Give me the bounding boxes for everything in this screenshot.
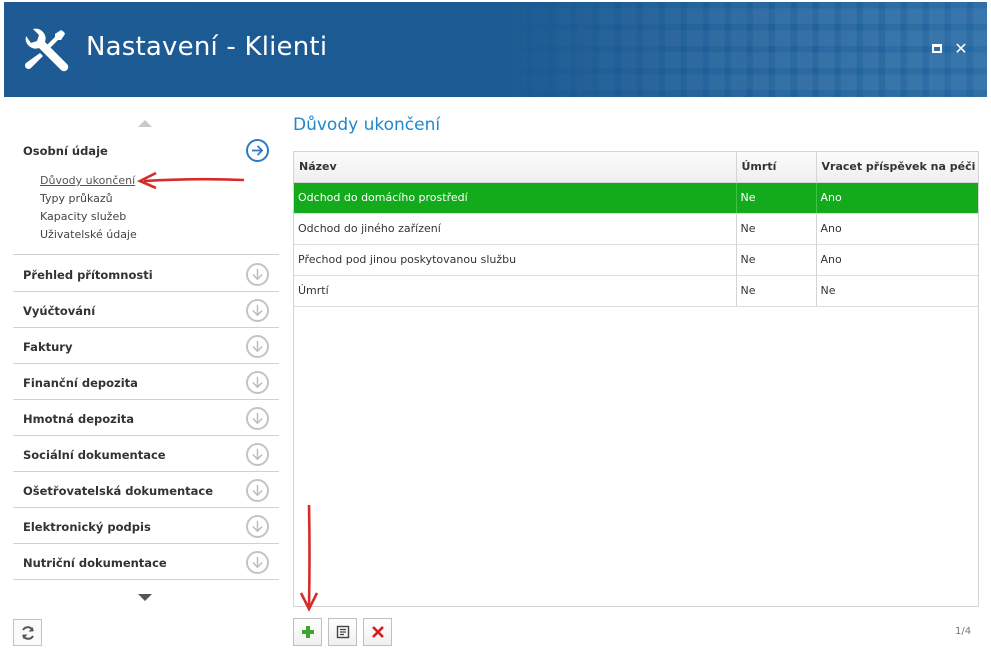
cell-vracet: Ano	[816, 182, 978, 214]
cell-umrti: Ne	[736, 275, 817, 307]
add-button[interactable]	[293, 618, 322, 646]
sidebar-item-uzivatelske-udaje[interactable]: Uživatelské údaje	[40, 227, 137, 245]
sidebar-subitems: Důvody ukončení Typy průkazů Kapacity sl…	[40, 173, 137, 245]
arrow-down-circle-icon[interactable]	[246, 371, 269, 394]
cell-umrti: Ne	[736, 244, 817, 276]
arrow-down-circle-icon[interactable]	[246, 515, 269, 538]
header-pattern	[467, 2, 987, 97]
cell-nazev: Odchod do domácího prostředí	[294, 182, 737, 214]
cell-umrti: Ne	[736, 182, 817, 214]
sidebar-section-label: Finanční depozita	[23, 376, 138, 390]
refresh-button[interactable]	[13, 619, 42, 646]
plus-icon	[301, 626, 314, 638]
scroll-down-arrow[interactable]	[138, 594, 152, 601]
table-row[interactable]: Odchod do jiného zařízení Ne Ano	[294, 213, 978, 245]
cell-vracet: Ano	[816, 244, 978, 276]
arrow-down-circle-icon[interactable]	[246, 443, 269, 466]
arrow-down-circle-icon[interactable]	[246, 407, 269, 430]
window-header: Nastavení - Klienti ✕	[4, 2, 987, 97]
sidebar-section-label: Faktury	[23, 340, 73, 354]
sidebar-section-nutricni-dokumentace[interactable]: Nutriční dokumentace	[13, 544, 279, 580]
pager-indicator: 1/4	[955, 626, 972, 637]
sidebar-section-label: Přehled přítomnosti	[23, 268, 153, 282]
arrow-down-circle-icon[interactable]	[246, 263, 269, 286]
table-row[interactable]: Úmrtí Ne Ne	[294, 275, 978, 307]
page-title: Důvody ukončení	[293, 115, 441, 135]
close-button[interactable]: ✕	[954, 39, 968, 58]
arrow-down-circle-icon[interactable]	[246, 335, 269, 358]
tools-icon	[24, 28, 69, 72]
sidebar-section-financni-depozita[interactable]: Finanční depozita	[13, 364, 279, 400]
sidebar-section-label: Elektronický podpis	[23, 520, 151, 534]
sidebar-section-label: Ošetřovatelská dokumentace	[23, 484, 214, 498]
arrow-down-circle-icon[interactable]	[246, 551, 269, 574]
sidebar-section-osobni-udaje[interactable]: Osobní údaje	[13, 132, 279, 168]
sidebar-section-label: Osobní údaje	[23, 144, 108, 158]
delete-button[interactable]	[363, 618, 392, 646]
sidebar-section-hmotna-depozita[interactable]: Hmotná depozita	[13, 400, 279, 436]
arrow-right-circle-icon[interactable]	[246, 139, 269, 162]
cell-nazev: Přechod pod jinou poskytovanou službu	[294, 244, 737, 276]
sidebar-section-faktury[interactable]: Faktury	[13, 328, 279, 364]
close-icon: ✕	[954, 39, 968, 58]
sidebar-item-duvody-ukonceni[interactable]: Důvody ukončení	[40, 173, 137, 191]
scroll-up-arrow[interactable]	[138, 120, 152, 127]
column-header-nazev[interactable]: Název	[294, 152, 737, 183]
cell-nazev: Odchod do jiného zařízení	[294, 213, 737, 245]
sidebar: Osobní údaje Důvody ukončení Typy průkaz…	[13, 110, 279, 610]
sidebar-section-label: Sociální dokumentace	[23, 448, 166, 462]
edit-document-icon	[336, 625, 349, 639]
arrow-down-circle-icon[interactable]	[246, 299, 269, 322]
column-header-umrti[interactable]: Úmrtí	[736, 152, 817, 183]
sidebar-section-socialni-dokumentace[interactable]: Sociální dokumentace	[13, 436, 279, 472]
sidebar-section-prehled-pritomnosti[interactable]: Přehled přítomnosti	[13, 256, 279, 292]
cell-nazev: Úmrtí	[294, 275, 737, 307]
window-title: Nastavení - Klienti	[86, 32, 328, 62]
cell-vracet: Ne	[816, 275, 978, 307]
edit-button[interactable]	[328, 618, 357, 646]
data-grid: Název Úmrtí Vracet příspěvek na péči Odc…	[293, 151, 979, 607]
grid-header-row: Název Úmrtí Vracet příspěvek na péči	[294, 152, 978, 183]
section-divider	[13, 254, 279, 255]
sidebar-section-label: Hmotná depozita	[23, 412, 135, 426]
cell-umrti: Ne	[736, 213, 817, 245]
table-row[interactable]: Odchod do domácího prostředí Ne Ano	[294, 182, 978, 214]
sidebar-section-label: Nutriční dokumentace	[23, 556, 167, 570]
maximize-icon	[932, 44, 942, 53]
arrow-down-circle-icon[interactable]	[246, 479, 269, 502]
sidebar-item-kapacity-sluzeb[interactable]: Kapacity služeb	[40, 209, 137, 227]
sidebar-item-typy-prukazu[interactable]: Typy průkazů	[40, 191, 137, 209]
sidebar-section-osetrovatelska-dokumentace[interactable]: Ošetřovatelská dokumentace	[13, 472, 279, 508]
maximize-button[interactable]	[931, 42, 945, 56]
delete-x-icon	[371, 626, 384, 638]
sidebar-section-elektronicky-podpis[interactable]: Elektronický podpis	[13, 508, 279, 544]
column-header-vracet[interactable]: Vracet příspěvek na péči	[816, 152, 978, 183]
sidebar-section-vyuctovani[interactable]: Vyúčtování	[13, 292, 279, 328]
sidebar-section-label: Vyúčtování	[23, 304, 96, 318]
table-row[interactable]: Přechod pod jinou poskytovanou službu Ne…	[294, 244, 978, 276]
cell-vracet: Ano	[816, 213, 978, 245]
refresh-icon	[21, 625, 34, 640]
